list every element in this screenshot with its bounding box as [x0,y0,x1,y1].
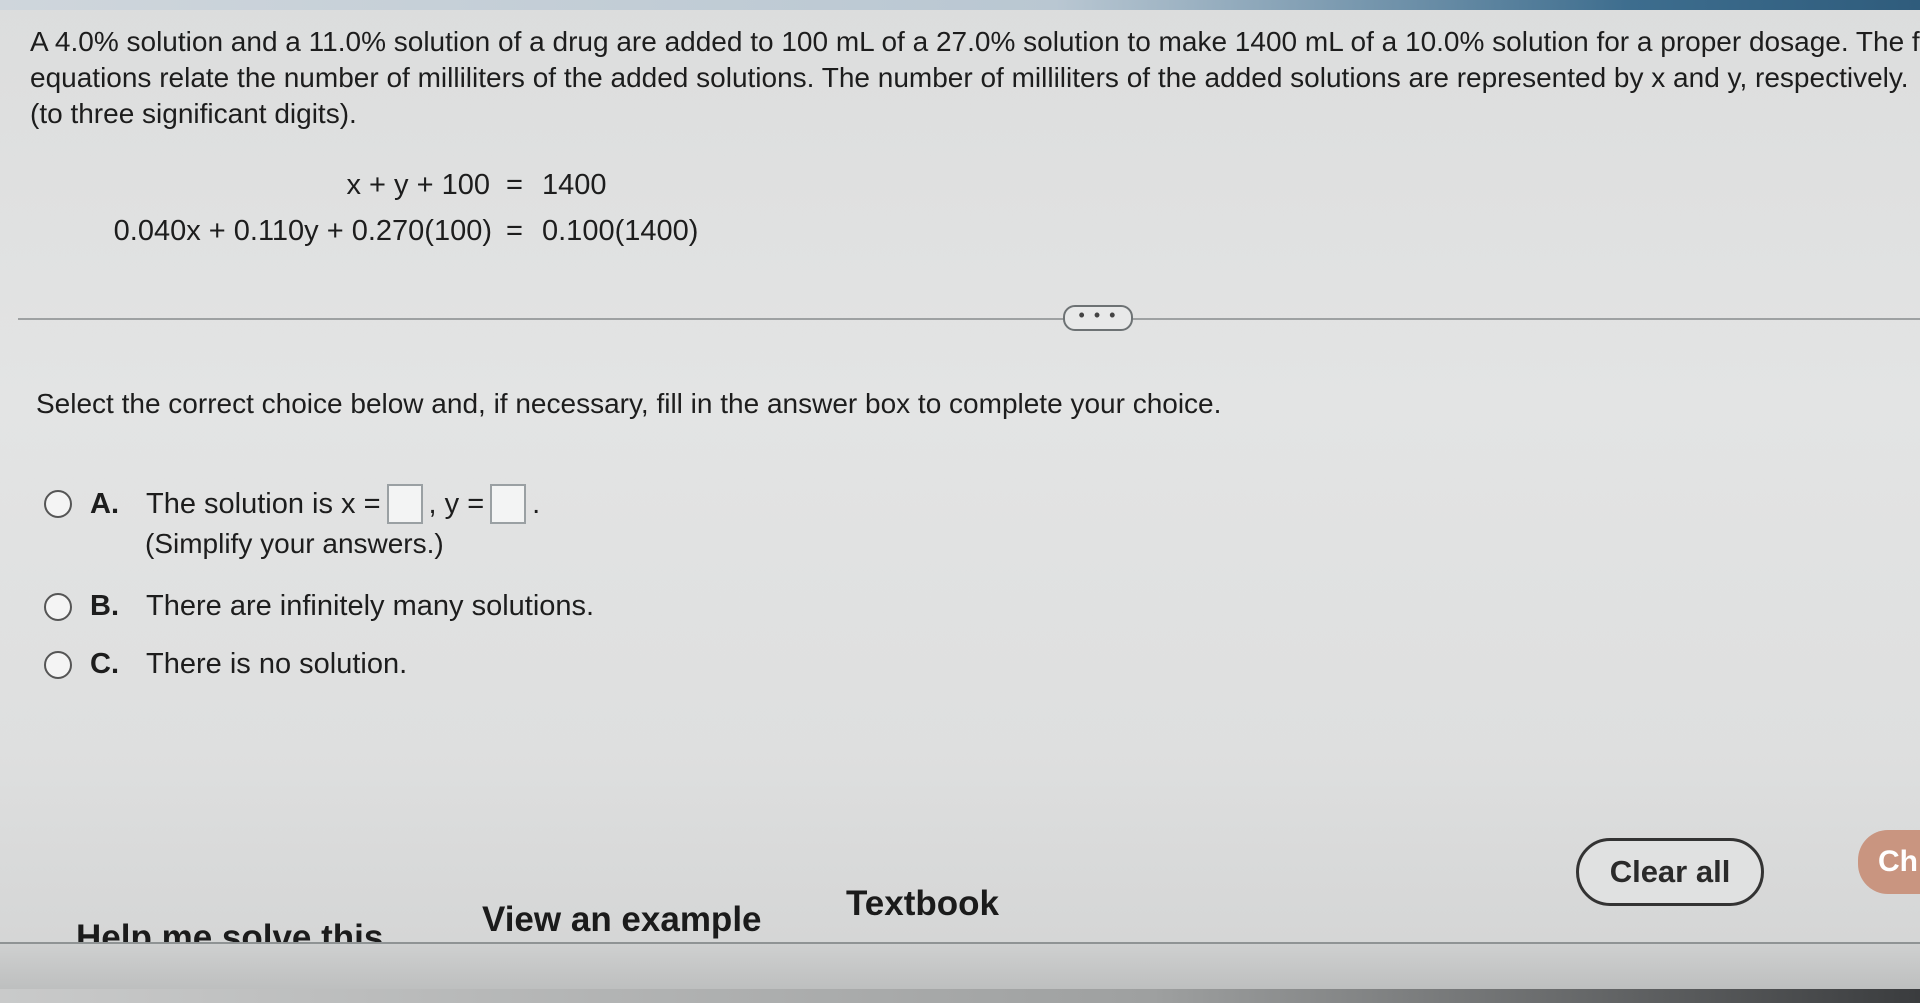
simplify-note: (Simplify your answers.) [145,528,444,559]
check-answer-button[interactable]: Ch [1858,830,1920,894]
problem-statement: A 4.0% solution and a 11.0% solution of … [30,24,1920,132]
textbook-button[interactable]: Textbook [846,884,999,924]
choice-a-text: The solution is x = [146,487,381,520]
section-divider [18,318,1920,320]
choice-a[interactable]: A. The solution is x = , y = . [44,484,540,524]
choice-b-text: There are infinitely many solutions. [146,590,595,622]
top-bar [0,0,1920,10]
problem-line-1: A 4.0% solution and a 11.0% solution of … [30,26,1920,57]
y-answer-box[interactable] [490,484,527,524]
instruction-text: Select the correct choice below and, if … [36,388,1222,419]
problem-line-2: equations relate the number of millilite… [30,62,1909,93]
view-an-example-button[interactable]: View an example [482,900,762,940]
x-answer-box[interactable] [386,484,423,524]
choice-b-letter: B. [90,590,119,622]
choice-c-letter: C. [90,648,119,680]
choice-b-radio[interactable] [44,592,72,621]
choice-a-radio[interactable] [44,490,72,518]
equation-2-rhs: 0.100(1400) [542,215,699,247]
problem-line-3: (to three significant digits). [30,98,357,129]
choice-a-separator: , y = [428,487,485,520]
choice-a-end: . [532,487,541,520]
more-options-button[interactable]: • • • [1063,305,1133,331]
choice-a-letter: A. [90,487,119,520]
clear-all-button[interactable]: Clear all [1576,838,1764,906]
choice-c[interactable]: C. There is no solution. [44,648,407,681]
equation-1-rhs: 1400 [542,169,607,201]
screen-edge [0,989,1920,1003]
choice-c-text: There is no solution. [146,648,408,680]
equation-1-equals: = [506,169,523,201]
choice-c-radio[interactable] [44,650,72,679]
equation-2-equals: = [506,215,523,247]
choice-b[interactable]: B. There are infinitely many solutions. [44,590,594,623]
